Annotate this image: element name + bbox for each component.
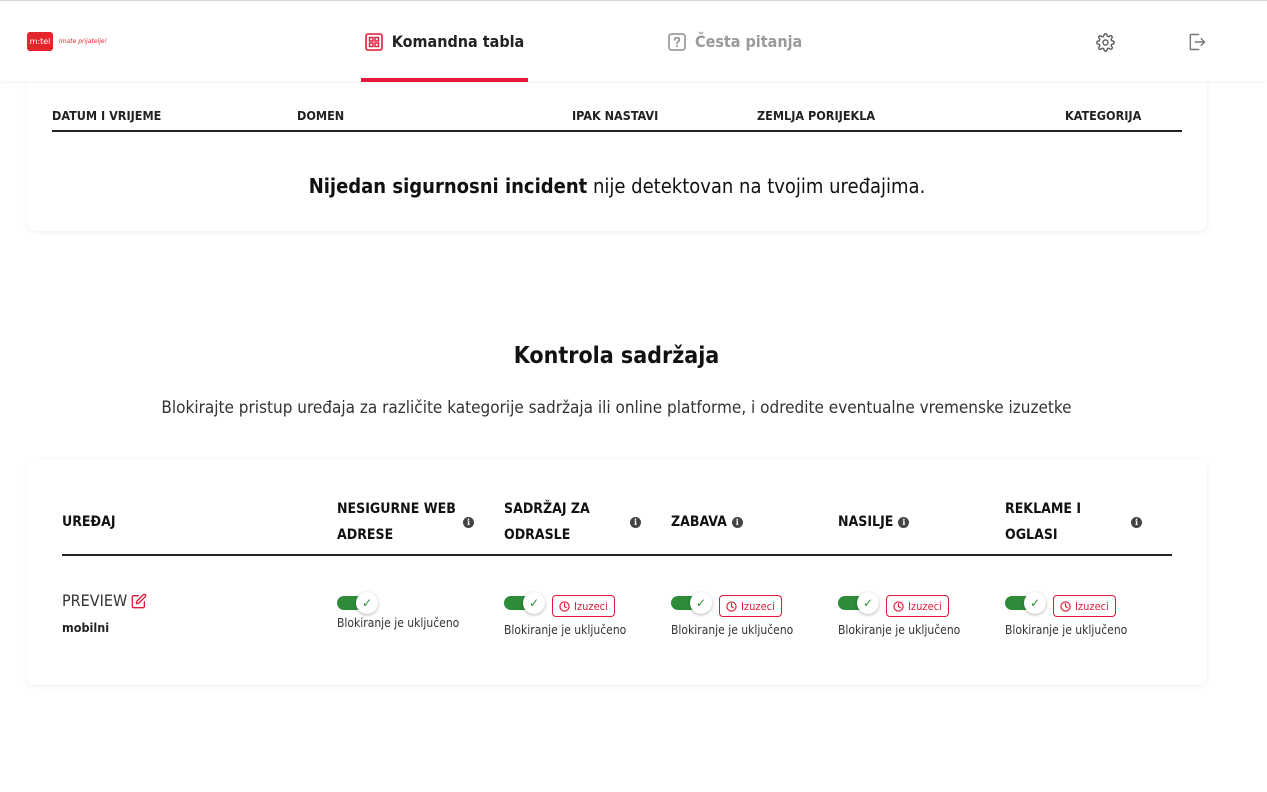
- cell-reklame-i-oglasi: ✓ Izuzeci Blokiranje je uključeno: [1005, 592, 1127, 637]
- content-control-title: Kontrola sadržaja: [513, 343, 720, 369]
- device-type: mobilni: [62, 620, 110, 635]
- exceptions-button[interactable]: Izuzeci: [552, 595, 615, 617]
- question-icon: [668, 32, 686, 51]
- column-reklame-i-oglasi: REKLAME I OGLASI i: [1005, 490, 1143, 554]
- info-icon[interactable]: i: [731, 516, 743, 528]
- blocking-toggle[interactable]: ✓: [504, 592, 545, 614]
- incidents-table-header: DATUM I VRIJEME DOMEN IPAK NASTAVI ZEMLJ…: [52, 105, 1182, 132]
- check-icon: ✓: [356, 592, 378, 614]
- edit-icon[interactable]: [131, 593, 147, 609]
- content-control-description: Blokirajte pristup uređaja za različite …: [161, 398, 1072, 418]
- info-icon[interactable]: i: [898, 516, 910, 528]
- security-incidents-card: DATUM I VRIJEME DOMEN IPAK NASTAVI ZEMLJ…: [27, 70, 1207, 231]
- info-icon[interactable]: i: [630, 516, 641, 528]
- exceptions-button[interactable]: Izuzeci: [719, 595, 782, 617]
- blocking-status: Blokiranje je uključeno: [671, 623, 794, 637]
- check-icon: ✓: [857, 592, 879, 614]
- device-name-label: PREVIEW: [62, 591, 128, 610]
- tab-label: Komandna tabla: [391, 32, 525, 51]
- exceptions-button[interactable]: Izuzeci: [1053, 595, 1116, 617]
- column-nesigurne-web-adrese: NESIGURNE WEB ADRESE i: [337, 490, 475, 554]
- column-label: ZABAVA: [671, 514, 727, 530]
- tab-cesta-pitanja[interactable]: Česta pitanja: [668, 1, 802, 82]
- blocking-status: Blokiranje je uključeno: [504, 623, 627, 637]
- clock-icon: [559, 600, 570, 612]
- logout-icon[interactable]: [1186, 31, 1208, 53]
- blocking-status: Blokiranje je uključeno: [838, 623, 961, 637]
- info-icon[interactable]: i: [1131, 516, 1142, 528]
- exceptions-button[interactable]: Izuzeci: [886, 595, 949, 617]
- column-nasilje: NASILJE i: [838, 490, 910, 554]
- tab-label: Česta pitanja: [695, 32, 803, 51]
- cell-nasilje: ✓ Izuzeci Blokiranje je uključeno: [838, 592, 960, 637]
- blocking-toggle[interactable]: ✓: [838, 592, 879, 614]
- blocking-toggle[interactable]: ✓: [1005, 592, 1046, 614]
- settings-gear-icon[interactable]: [1094, 31, 1116, 53]
- device-name: PREVIEW: [62, 591, 147, 610]
- column-kategorija: KATEGORIJA: [1065, 108, 1142, 123]
- mtel-logo[interactable]: m:tel Imate prijatelje!: [27, 32, 107, 51]
- blocking-toggle[interactable]: ✓: [671, 592, 712, 614]
- cell-zabava: ✓ Izuzeci Blokiranje je uključeno: [671, 592, 793, 637]
- column-zabava: ZABAVA i: [671, 490, 743, 554]
- clock-icon: [893, 600, 904, 612]
- top-navigation-bar: m:tel Imate prijatelje! Komandna tabla Č…: [0, 0, 1267, 82]
- no-incidents-bold: Nijedan sigurnosni incident: [308, 174, 588, 198]
- tab-komandna-tabla[interactable]: Komandna tabla: [361, 1, 528, 82]
- column-domen: DOMEN: [297, 108, 345, 123]
- blocking-status: Blokiranje je uključeno: [337, 616, 460, 630]
- clock-icon: [726, 600, 737, 612]
- cell-nesigurne-web-adrese: ✓ Blokiranje je uključeno: [337, 592, 459, 630]
- column-zemlja-porijekla: ZEMLJA PORIJEKLA: [757, 108, 876, 123]
- clock-icon: [1060, 600, 1071, 612]
- column-label: NESIGURNE WEB ADRESE: [337, 501, 456, 543]
- content-control-card: UREĐAJ NESIGURNE WEB ADRESE i SADRŽAJ ZA…: [27, 460, 1207, 685]
- logo-tagline: Imate prijatelje!: [59, 38, 108, 45]
- exceptions-label: Izuzeci: [908, 599, 942, 613]
- exceptions-label: Izuzeci: [741, 599, 775, 613]
- check-icon: ✓: [523, 592, 545, 614]
- no-incidents-message: Nijedan sigurnosni incident nije detekto…: [27, 174, 1207, 198]
- exceptions-label: Izuzeci: [1075, 599, 1109, 613]
- column-datum-i-vrijeme: DATUM I VRIJEME: [52, 108, 162, 123]
- no-incidents-text: nije detektovan na tvojim uređajima.: [587, 174, 926, 198]
- column-uredaj: UREĐAJ: [62, 490, 116, 554]
- dashboard-icon: [364, 32, 383, 51]
- cell-sadrzaj-za-odrasle: ✓ Izuzeci Blokiranje je uključeno: [504, 592, 626, 637]
- blocking-toggle[interactable]: ✓: [337, 592, 378, 614]
- check-icon: ✓: [690, 592, 712, 614]
- exceptions-label: Izuzeci: [574, 599, 608, 613]
- check-icon: ✓: [1024, 592, 1046, 614]
- column-label: SADRŽAJ ZA ODRASLE: [504, 501, 590, 543]
- logo-mark: m:tel: [27, 32, 53, 51]
- column-sadrzaj-za-odrasle: SADRŽAJ ZA ODRASLE i: [504, 490, 642, 554]
- column-label: REKLAME I OGLASI: [1005, 501, 1082, 543]
- column-label: UREĐAJ: [62, 514, 116, 530]
- info-icon[interactable]: i: [463, 516, 474, 528]
- blocking-status: Blokiranje je uključeno: [1005, 623, 1128, 637]
- column-ipak-nastavi: IPAK NASTAVI: [572, 108, 659, 123]
- column-label: NASILJE: [838, 514, 894, 530]
- content-control-table-header: UREĐAJ NESIGURNE WEB ADRESE i SADRŽAJ ZA…: [62, 490, 1172, 556]
